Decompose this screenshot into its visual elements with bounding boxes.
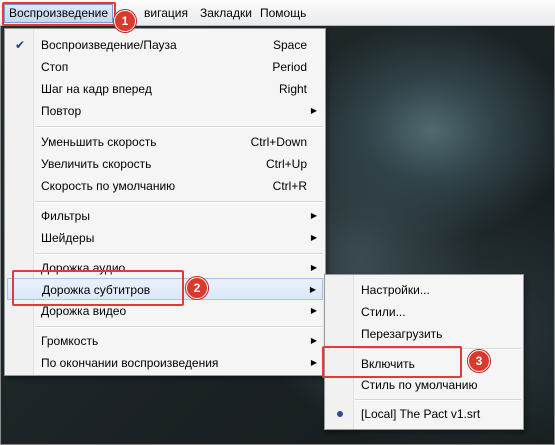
menu-item-play-pause[interactable]: ✔ Воспроизведение/Пауза Space (7, 34, 323, 56)
annotation-badge-1: 1 (114, 10, 136, 32)
menu-item-shaders[interactable]: Шейдеры ▶ (7, 227, 323, 249)
menu-item-label: [Local] The Pact v1.srt (361, 407, 481, 421)
menu-item-decrease-speed[interactable]: Уменьшить скорость Ctrl+Down (7, 131, 323, 153)
submenu-item-styles[interactable]: Стили... (327, 301, 521, 323)
submenu-item-reload[interactable]: Перезагрузить (327, 323, 521, 345)
submenu-arrow-icon: ▶ (309, 285, 316, 294)
menu-separator (35, 126, 323, 128)
submenu-arrow-icon: ▶ (310, 306, 317, 315)
menu-item-label: Настройки... (361, 283, 430, 297)
menu-item-label: Уменьшить скорость (41, 135, 157, 149)
submenu-item-settings[interactable]: Настройки... (327, 279, 521, 301)
menu-item-shortcut: Ctrl+Down (250, 135, 307, 149)
menu-separator (35, 326, 323, 328)
menu-separator (35, 253, 323, 255)
submenu-arrow-icon: ▶ (310, 211, 317, 220)
submenu-arrow-icon: ▶ (310, 106, 317, 115)
menu-separator (35, 201, 323, 203)
annotation-badge-2: 2 (186, 277, 208, 299)
submenu-item-subtitle-file[interactable]: [Local] The Pact v1.srt (327, 403, 521, 425)
menu-item-label: Стили... (361, 305, 406, 319)
submenu-arrow-icon: ▶ (310, 233, 317, 242)
menu-item-label: Повтор (41, 104, 82, 118)
menu-item-shortcut: Space (272, 38, 307, 52)
menu-item-volume[interactable]: Громкость ▶ (7, 330, 323, 352)
menu-item-after-playback[interactable]: По окончании воспроизведения ▶ (7, 352, 323, 374)
menu-item-shortcut: Ctrl+Up (265, 157, 307, 171)
playback-menu: ✔ Воспроизведение/Пауза Space Стоп Perio… (4, 28, 326, 376)
annotation-badge-3: 3 (468, 350, 490, 372)
menu-item-label: Скорость по умолчанию (41, 179, 176, 193)
menu-separator (355, 399, 521, 401)
menu-help[interactable]: Помощь (256, 5, 310, 22)
submenu-arrow-icon: ▶ (310, 358, 317, 367)
annotation-box-1 (2, 2, 116, 26)
radio-dot-icon (337, 411, 343, 417)
menu-bookmarks[interactable]: Закладки (196, 5, 256, 22)
menu-item-shortcut: Ctrl+R (272, 179, 307, 193)
menu-item-stop[interactable]: Стоп Period (7, 56, 323, 78)
menu-item-label: Фильтры (41, 209, 90, 223)
menu-item-label: Стоп (41, 60, 69, 74)
menu-item-filters[interactable]: Фильтры ▶ (7, 205, 323, 227)
menu-item-label: По окончании воспроизведения (41, 356, 219, 370)
menu-item-label: Перезагрузить (361, 327, 443, 341)
menu-item-increase-speed[interactable]: Увеличить скорость Ctrl+Up (7, 153, 323, 175)
checkmark-icon: ✔ (15, 38, 26, 52)
menu-item-shortcut: Right (278, 82, 307, 96)
menu-item-frame-step[interactable]: Шаг на кадр вперед Right (7, 78, 323, 100)
menu-item-label: Шаг на кадр вперед (41, 82, 152, 96)
menu-navigation[interactable]: вигация (140, 5, 192, 22)
menu-item-label: Шейдеры (41, 231, 95, 245)
menu-item-label: Воспроизведение/Пауза (41, 38, 177, 52)
submenu-arrow-icon: ▶ (310, 336, 317, 345)
menu-item-shortcut: Period (272, 60, 307, 74)
annotation-box-3 (322, 346, 462, 378)
menu-item-label: Увеличить скорость (41, 157, 152, 171)
annotation-box-2 (12, 270, 184, 306)
menu-item-repeat[interactable]: Повтор ▶ (7, 100, 323, 122)
menu-item-default-speed[interactable]: Скорость по умолчанию Ctrl+R (7, 175, 323, 197)
menu-item-label: Громкость (41, 334, 99, 348)
submenu-arrow-icon: ▶ (310, 263, 317, 272)
